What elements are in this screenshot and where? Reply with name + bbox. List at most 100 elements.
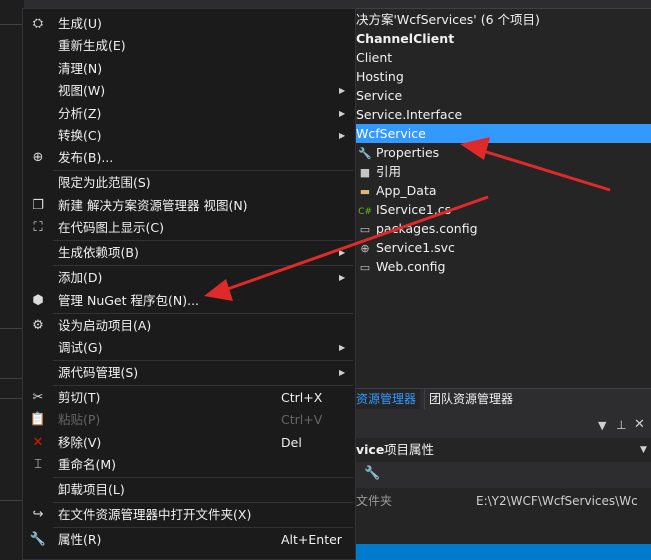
tab-team-explorer[interactable]: 团队资源管理器: [424, 389, 517, 409]
menu-separator: [53, 359, 353, 361]
code-map-icon: ⛶: [33, 220, 43, 236]
menu-item-label: 源代码管理(S): [58, 365, 139, 380]
tree-item-label: Hosting: [356, 69, 404, 84]
menu-separator: [53, 384, 353, 386]
menu-item[interactable]: 源代码管理(S) ▶: [23, 362, 355, 384]
references-icon: ■: [359, 166, 371, 179]
menu-item[interactable]: ⛭ 生成(U): [23, 13, 355, 35]
menu-separator: [53, 265, 353, 267]
menu-item-label: 视图(W): [58, 83, 106, 99]
menu-item-label: 发布(B)...: [58, 150, 114, 166]
menu-item[interactable]: ↪ 在文件资源管理器中打开文件夹(X): [23, 504, 355, 526]
globe-icon: ⊕: [360, 242, 370, 255]
menu-item[interactable]: 分析(Z) ▶: [23, 103, 355, 125]
menu-item-shortcut: Del: [281, 434, 302, 450]
tree-item[interactable]: ▭ Web.config: [304, 257, 651, 276]
menu-item-label: 属性(R): [58, 532, 102, 548]
wrench-icon: 🔧: [29, 532, 47, 548]
menu-item[interactable]: ⬢ 管理 NuGet 程序包(N)...: [23, 290, 355, 312]
menu-item[interactable]: ✂ 剪切(T) Ctrl+X: [23, 387, 355, 409]
chevron-down-icon[interactable]: ▼: [640, 438, 647, 462]
tree-item-label: 引用: [376, 164, 402, 179]
menu-item[interactable]: 添加(D) ▶: [23, 267, 355, 289]
solution-tree: 决方案'WcfServices' (6 个项目) ChannelClient Cli…: [304, 10, 651, 280]
tree-item[interactable]: Hosting: [304, 67, 651, 86]
tree-item[interactable]: ▭ packages.config: [304, 219, 651, 238]
tree-item[interactable]: 决方案'WcfServices' (6 个项目): [304, 10, 651, 29]
menu-item-label: 在文件资源管理器中打开文件夹(X): [58, 507, 252, 523]
explorer-tabs: 资源管理器 团队资源管理器: [304, 388, 651, 410]
menu-item-label: 生成依赖项(B): [58, 245, 139, 261]
tree-item-label: packages.config: [376, 221, 478, 236]
submenu-arrow-icon: ▶: [339, 343, 346, 352]
submenu-arrow-icon: ▶: [339, 108, 346, 118]
menu-item[interactable]: ⛶ 在代码图上显示(C): [23, 217, 355, 239]
tree-item-label: Service.Interface: [356, 107, 463, 122]
pin-icon[interactable]: ⊥: [616, 418, 626, 432]
menu-item-label: 在代码图上显示(C): [58, 220, 164, 236]
menu-item-label: 生成(U): [58, 16, 102, 31]
menu-item[interactable]: ⌶ 重命名(M): [23, 454, 355, 476]
menu-separator: [53, 477, 353, 479]
folder-icon: ▬: [359, 185, 371, 198]
remove-x-icon: ✕: [32, 434, 44, 450]
background-left-panel: [0, 0, 24, 560]
menu-item[interactable]: 生成依赖项(B) ▶: [23, 242, 355, 264]
tree-item[interactable]: ChannelClient: [304, 29, 651, 48]
tree-item[interactable]: C# IService1.cs: [304, 200, 651, 219]
menu-item[interactable]: ✕ 移除(V) Del: [23, 432, 355, 454]
tab-solution-explorer[interactable]: 资源管理器: [352, 389, 421, 409]
menu-separator: [53, 527, 353, 529]
menu-item[interactable]: 卸载项目(L): [23, 479, 355, 501]
nuget-icon: ⬢: [32, 292, 44, 308]
tree-item-label: Service1.svc: [376, 240, 455, 255]
open-folder-arrow-icon: ↪: [32, 507, 44, 523]
tree-item[interactable]: ■ 引用: [304, 162, 651, 181]
menu-item[interactable]: 🔧 属性(R) Alt+Enter: [23, 529, 355, 551]
menu-separator: [53, 312, 353, 314]
tree-item-label: Client: [356, 50, 393, 65]
config-file-icon: ▭: [359, 223, 371, 236]
menu-item[interactable]: 重新生成(E): [23, 35, 355, 57]
property-value[interactable]: E:\Y2\WCF\WcfServices\Wc: [476, 490, 638, 512]
tree-item-label: Properties: [376, 145, 440, 160]
tree-item-label: ChannelClient: [356, 31, 455, 46]
tree-item[interactable]: ⊕ Service1.svc: [304, 238, 651, 257]
rename-icon: ⌶: [34, 457, 42, 473]
menu-item-label: 管理 NuGet 程序包(N)...: [58, 292, 200, 308]
tree-item[interactable]: Service: [304, 86, 651, 105]
properties-title-suffix: 项目属性: [384, 442, 435, 457]
menu-item[interactable]: 调试(G) ▶: [23, 337, 355, 359]
tree-item[interactable]: ▬ App_Data: [304, 181, 651, 200]
close-icon[interactable]: ✕: [634, 417, 645, 432]
properties-title-prefix: vice: [356, 442, 385, 457]
dropdown-arrow-icon[interactable]: ▼: [598, 419, 606, 432]
menu-item-label: 剪切(T): [58, 390, 101, 405]
menu-item[interactable]: 视图(W) ▶: [23, 80, 355, 102]
menu-separator: [53, 502, 353, 504]
tree-item[interactable]: WcfService: [304, 124, 651, 143]
new-view-icon: ❐: [32, 197, 44, 213]
menu-item[interactable]: ❐ 新建 解决方案资源管理器 视图(N): [23, 195, 355, 217]
menu-item[interactable]: ⊕ 发布(B)...: [23, 147, 355, 169]
tree-item[interactable]: Client: [304, 48, 651, 67]
menu-separator: [53, 170, 353, 172]
gear-icon: ⚙: [32, 317, 44, 333]
wrench-icon: 🔧: [358, 147, 372, 160]
menu-item-label: 粘贴(P): [58, 412, 101, 428]
wrench-icon[interactable]: 🔧: [364, 466, 380, 481]
submenu-arrow-icon: ▶: [339, 131, 346, 140]
menu-item[interactable]: 清理(N): [23, 58, 355, 80]
menu-item[interactable]: 限定为此范围(S): [23, 172, 355, 194]
menu-item[interactable]: ⚙ 设为启动项目(A): [23, 315, 355, 337]
submenu-arrow-icon: ▶: [339, 86, 346, 96]
menu-item[interactable]: 转换(C) ▶: [23, 125, 355, 147]
tree-item-label: Web.config: [376, 259, 446, 274]
properties-title: vice 项目属性 ▼: [304, 438, 651, 462]
tree-item[interactable]: 🔧 Properties: [304, 143, 651, 162]
menu-item[interactable]: 📋 粘贴(P) Ctrl+V: [23, 409, 355, 431]
tree-item[interactable]: Service.Interface: [304, 105, 651, 124]
menu-item-label: 添加(D): [58, 270, 103, 286]
submenu-arrow-icon: ▶: [339, 273, 346, 283]
menu-item-shortcut: Ctrl+V: [281, 412, 323, 428]
